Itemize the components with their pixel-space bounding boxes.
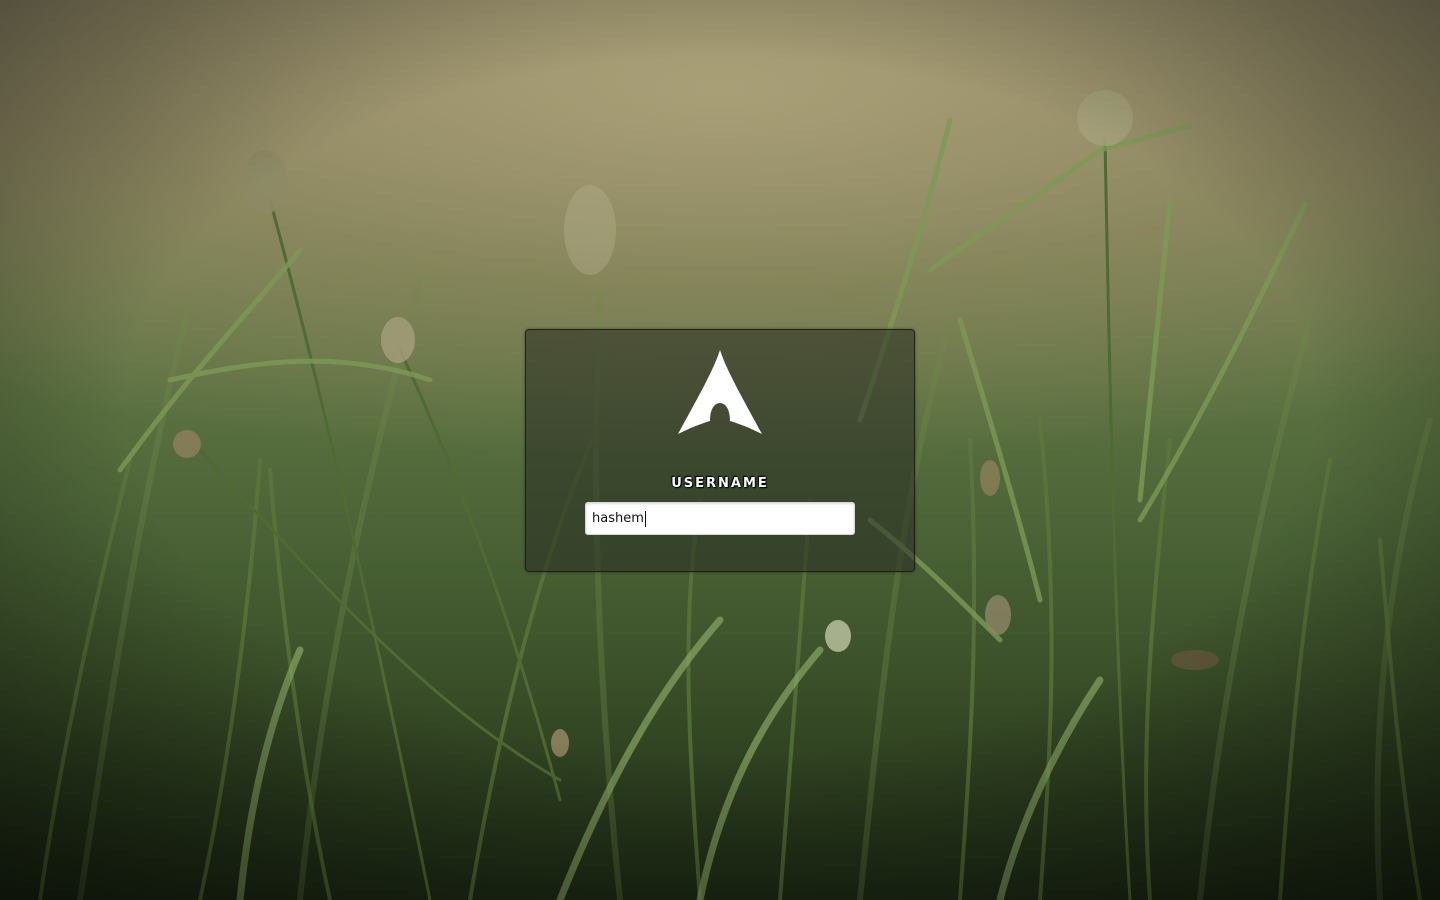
username-input[interactable]: hashem [585, 502, 855, 535]
text-caret [644, 510, 646, 527]
arch-linux-logo-icon [678, 350, 762, 434]
login-panel: USERNAME hashem [525, 329, 915, 572]
username-input-value: hashem [592, 511, 644, 526]
username-label: USERNAME [671, 476, 769, 491]
